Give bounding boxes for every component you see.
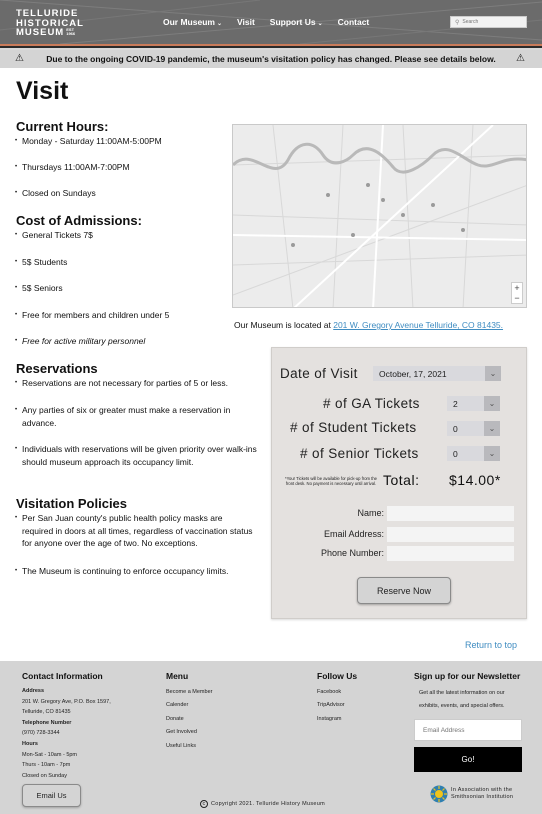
search-icon: ⚲ — [455, 19, 460, 26]
tripadvisor-link[interactable]: TripAdvisor — [317, 699, 345, 712]
museum-logo[interactable]: TELLURIDE HISTORICAL MUSEUM EST 1966 — [16, 9, 84, 38]
map-zoom-control[interactable]: + − — [511, 282, 523, 304]
smithsonian-badge[interactable]: In Association with the Smithsonian Inst… — [430, 785, 513, 803]
name-label: Name: — [357, 508, 384, 518]
footer-menu-item[interactable]: Useful Links — [166, 740, 212, 753]
email-field[interactable] — [387, 527, 514, 542]
hours-item: Closed on Sundays — [15, 187, 262, 200]
return-to-top-link[interactable]: Return to top — [465, 640, 517, 650]
chevron-down-icon: ⌄ — [484, 396, 500, 411]
zoom-in-icon[interactable]: + — [514, 283, 519, 293]
admissions-heading: Cost of Admissions: — [16, 213, 142, 228]
chevron-down-icon: ⌄ — [484, 446, 500, 461]
policies-heading: Visitation Policies — [16, 496, 128, 511]
nav-contact[interactable]: Contact — [338, 17, 370, 27]
copyright-icon: c — [200, 800, 208, 808]
date-select[interactable]: October, 17, 2021 ⌄ — [373, 366, 501, 381]
phone-label: Phone Number: — [320, 548, 384, 558]
policy-item: Per San Juan county's public health poli… — [15, 512, 254, 550]
chevron-down-icon: ⌄ — [484, 421, 500, 436]
admission-item: 5$ Students — [15, 256, 262, 269]
senior-tickets-label: # of Senior Tickets — [300, 446, 419, 461]
newsletter-go-button[interactable]: Go! — [414, 747, 522, 772]
copyright: c Copyright 2021. Telluride History Museu… — [200, 800, 325, 808]
phone-field[interactable] — [387, 546, 514, 561]
search-input[interactable] — [462, 19, 523, 25]
follow-heading: Follow Us — [317, 671, 358, 681]
warning-icon: ⚠ — [516, 53, 525, 64]
nav-visit[interactable]: Visit — [237, 17, 255, 27]
zoom-out-icon[interactable]: − — [514, 293, 519, 303]
ga-tickets-label: # of GA Tickets — [323, 396, 420, 411]
newsletter-description: Get all the latest information on our ex… — [419, 690, 505, 710]
policy-item: The Museum is continuing to enforce occu… — [15, 565, 232, 578]
social-links: Facebook TripAdvisor Instagram — [317, 686, 345, 726]
name-field[interactable] — [387, 506, 514, 521]
chevron-down-icon: ⌄ — [317, 21, 323, 27]
reserve-now-button[interactable]: Reserve Now — [357, 577, 451, 604]
covid-alert-banner: ⚠ Due to the ongoing COVID-19 pandemic, … — [0, 50, 542, 68]
menu-heading: Menu — [166, 671, 189, 681]
search-box[interactable]: ⚲ — [450, 16, 527, 28]
contact-details: Address 201 W. Gregory Ave, P.O. Box 159… — [22, 688, 111, 779]
map-graphic — [233, 125, 526, 307]
reservation-item: Individuals with reservations will be gi… — [15, 443, 257, 468]
hours-heading: Current Hours: — [16, 119, 109, 134]
admission-item: Free for active military personnel — [15, 335, 262, 348]
senior-tickets-select[interactable]: 0 ⌄ — [447, 446, 500, 461]
map-caption: Our Museum is located at 201 W. Gregory … — [234, 320, 504, 330]
admission-item: Free for members and children under 5 — [15, 309, 262, 322]
footer-menu: Become a Member Calender Donate Get Invo… — [166, 686, 212, 753]
footer-menu-item[interactable]: Calender — [166, 699, 212, 712]
total-label: Total: — [383, 472, 420, 488]
main-nav: Our Museum ⌄ Visit Support Us ⌄ Contact — [163, 17, 384, 27]
footer-menu-item[interactable]: Get Involved — [166, 726, 212, 739]
page-title: Visit — [16, 77, 69, 105]
reservation-item: Reservations are not necessary for parti… — [15, 377, 262, 390]
nav-support-us[interactable]: Support Us ⌄ — [270, 17, 323, 27]
instagram-link[interactable]: Instagram — [317, 713, 345, 726]
hours-item: Monday - Saturday 11:00AM-5:00PM — [15, 135, 262, 148]
contact-heading: Contact Information — [22, 671, 103, 681]
logo-est: EST 1966 — [66, 27, 76, 36]
address-link[interactable]: 201 W. Gregory Avenue Telluride, CO 8143… — [333, 320, 503, 330]
newsletter-heading: Sign up for our Newsletter — [414, 671, 521, 681]
reservations-heading: Reservations — [16, 361, 98, 376]
site-footer: Contact Information Address 201 W. Grego… — [0, 661, 542, 814]
email-label: Email Address: — [323, 529, 384, 539]
email-us-button[interactable]: Email Us — [22, 784, 81, 807]
chevron-down-icon: ⌄ — [216, 21, 222, 27]
footer-menu-item[interactable]: Donate — [166, 713, 212, 726]
smithsonian-sun-icon — [430, 785, 448, 803]
student-tickets-label: # of Student Tickets — [290, 420, 417, 435]
alert-text: Due to the ongoing COVID-19 pandemic, th… — [46, 54, 496, 64]
student-tickets-select[interactable]: 0 ⌄ — [447, 421, 500, 436]
reservation-item: Any parties of six or greater must make … — [15, 404, 262, 429]
site-header: TELLURIDE HISTORICAL MUSEUM EST 1966 Our … — [0, 0, 542, 44]
pickup-note: *Your Tickets will be available for pick… — [284, 476, 377, 486]
location-map[interactable]: + − — [232, 124, 527, 308]
admission-item: General Tickets 7$ — [15, 229, 262, 242]
newsletter-email-input[interactable] — [414, 719, 522, 741]
facebook-link[interactable]: Facebook — [317, 686, 345, 699]
hours-item: Thursdays 11:00AM-7:00PM — [15, 161, 262, 174]
footer-menu-item[interactable]: Become a Member — [166, 686, 212, 699]
logo-line: MUSEUM EST 1966 — [16, 28, 84, 38]
reservation-form: Date of Visit October, 17, 2021 ⌄ # of GA… — [271, 347, 527, 619]
date-label: Date of Visit — [280, 366, 358, 381]
total-value: $14.00* — [449, 472, 501, 488]
chevron-down-icon: ⌄ — [485, 366, 501, 381]
warning-icon: ⚠ — [15, 53, 24, 64]
nav-our-museum[interactable]: Our Museum ⌄ — [163, 17, 222, 27]
admission-item: 5$ Seniors — [15, 282, 262, 295]
ga-tickets-select[interactable]: 2 ⌄ — [447, 396, 500, 411]
